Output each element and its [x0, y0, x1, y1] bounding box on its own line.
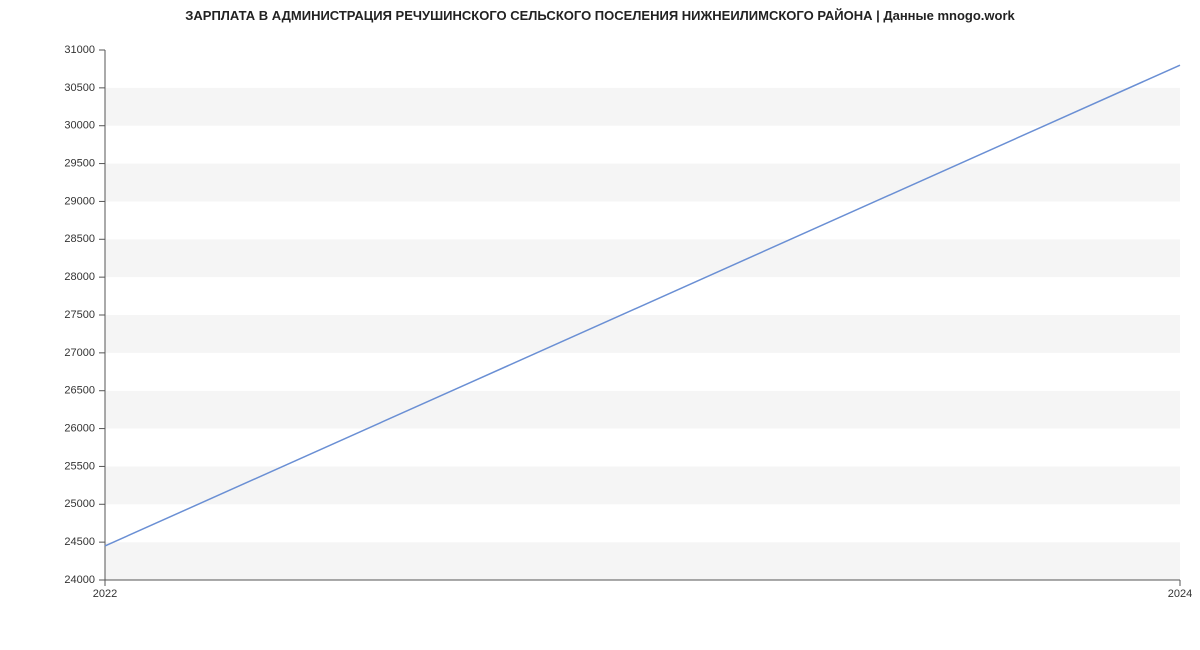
y-tick-label: 30500 [64, 82, 95, 94]
chart-svg: 24000 24500 25000 25500 26000 26500 27000 27500… [0, 30, 1200, 630]
y-tick-label: 26500 [64, 385, 95, 397]
x-tick-label: 2024 [1168, 588, 1192, 600]
y-tick-label: 26000 [64, 422, 95, 434]
grid-band [105, 315, 1180, 353]
grid-band [105, 504, 1180, 542]
y-tick-label: 24500 [64, 536, 95, 548]
grid-band [105, 542, 1180, 580]
y-tick-label: 25500 [64, 460, 95, 472]
grid-band [105, 277, 1180, 315]
y-tick-label: 27000 [64, 347, 95, 359]
y-tick-label: 24000 [64, 574, 95, 586]
grid-band [105, 164, 1180, 202]
y-tick-label: 29000 [64, 195, 95, 207]
grid-band [105, 466, 1180, 504]
y-tick-label: 31000 [64, 44, 95, 56]
grid-band [105, 201, 1180, 239]
grid-band [105, 391, 1180, 429]
chart-title: ЗАРПЛАТА В АДМИНИСТРАЦИЯ РЕЧУШИНСКОГО СЕ… [0, 8, 1200, 23]
grid-band [105, 88, 1180, 126]
chart-plot-area: 24000 24500 25000 25500 26000 26500 27000 27500… [0, 30, 1200, 590]
x-tick-label: 2022 [93, 588, 117, 600]
y-tick-label: 25000 [64, 498, 95, 510]
grid-band [105, 126, 1180, 164]
y-tick-label: 27500 [64, 309, 95, 321]
grid-band [105, 429, 1180, 467]
y-tick-label: 28500 [64, 233, 95, 245]
grid-band [105, 353, 1180, 391]
y-tick-label: 28000 [64, 271, 95, 283]
y-tick-label: 29500 [64, 157, 95, 169]
grid-band [105, 239, 1180, 277]
y-tick-label: 30000 [64, 120, 95, 132]
grid-band [105, 50, 1180, 88]
